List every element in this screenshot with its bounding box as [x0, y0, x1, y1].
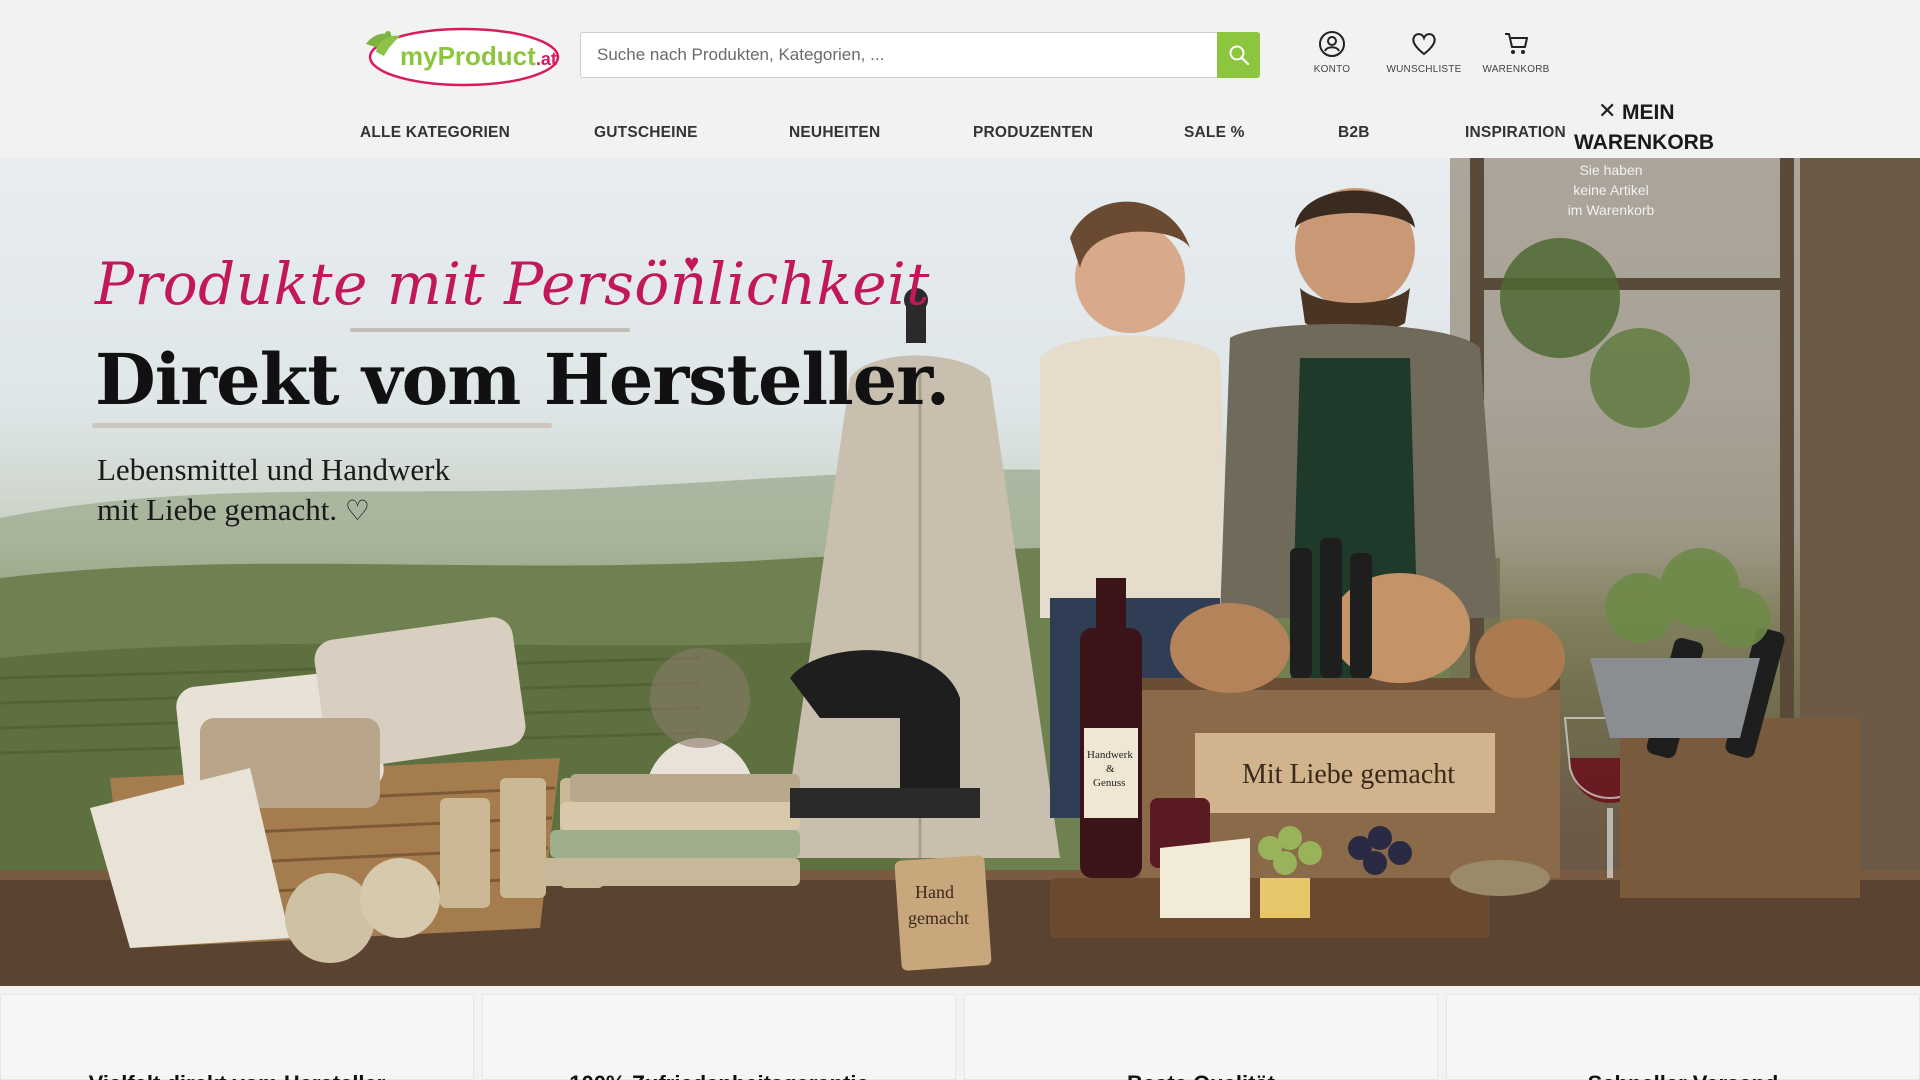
- account-label: KONTO: [1313, 64, 1351, 75]
- header-actions: KONTO WUNSCHLISTE WARENKORB: [1286, 30, 1562, 75]
- nav-item-gutscheine[interactable]: GUTSCHEINE: [594, 124, 698, 142]
- heart-icon: [1412, 33, 1436, 56]
- cart-button[interactable]: WARENKORB: [1470, 30, 1562, 75]
- hero-subtitle-line2: mit Liebe gemacht.: [97, 492, 338, 527]
- cart-label: WARENKORB: [1482, 64, 1550, 75]
- nav-item-alle-kategorien[interactable]: ALLE KATEGORIEN: [360, 124, 510, 142]
- title-underline: [92, 423, 552, 428]
- search-bar: [580, 32, 1260, 78]
- feature-card-garantie: 100% Zufriedenheitsgarantie: [482, 994, 956, 1080]
- nav-item-inspiration[interactable]: INSPIRATION: [1465, 124, 1566, 142]
- feature-card-title: Schneller Versand: [1447, 1071, 1919, 1080]
- hero-heart-icon: ♥: [684, 248, 700, 278]
- feature-card-title: Beste Qualität: [965, 1071, 1437, 1080]
- mini-cart-empty-message: Sie haben keine Artikel im Warenkorb: [1567, 162, 1655, 218]
- feature-card-versand: Schneller Versand: [1446, 994, 1920, 1080]
- nav-item-produzenten[interactable]: PRODUZENTEN: [973, 124, 1093, 142]
- bottle-label-line3: Genuss: [1093, 777, 1125, 789]
- cart-icon: [1505, 33, 1528, 54]
- mini-cart-panel: ✕ MEIN WARENKORB Sie haben keine Artikel…: [1566, 94, 1726, 244]
- mini-cart-title: MEIN WARENKORB: [1574, 98, 1714, 158]
- feature-card-title: Vielfalt direkt vom Hersteller: [1, 1071, 473, 1080]
- feature-cards: Vielfalt direkt vom Hersteller 100% Zufr…: [0, 994, 1920, 1080]
- feature-card-vielfalt: Vielfalt direkt vom Hersteller: [0, 994, 474, 1080]
- account-button[interactable]: KONTO: [1286, 30, 1378, 75]
- bottle-label-line1: Handwerk: [1087, 749, 1133, 761]
- heart-outline-icon: ♡: [344, 496, 371, 527]
- crate-sign-text: Mit Liebe gemacht: [1242, 759, 1455, 790]
- search-input[interactable]: [580, 32, 1217, 78]
- mini-cart-title-line2: WARENKORB: [1574, 131, 1714, 154]
- hand-tag-line1: Hand: [915, 882, 954, 902]
- wishlist-label: WUNSCHLISTE: [1386, 64, 1462, 75]
- search-button[interactable]: [1217, 32, 1260, 78]
- script-underline: [350, 328, 630, 332]
- nav-item-b2b[interactable]: B2B: [1338, 124, 1370, 142]
- hero-script-tagline: Produkte mit Persönlichkeit: [95, 250, 930, 318]
- hero-subtitle-line1: Lebensmittel und Handwerk: [97, 452, 450, 487]
- hero-banner[interactable]: Hand gemacht Mit Liebe gemacht Handwerk …: [0, 158, 1920, 986]
- logo-text: myProduct.at: [400, 41, 557, 71]
- nav-item-sale[interactable]: SALE %: [1184, 124, 1245, 142]
- hero-subtitle: Lebensmittel und Handwerk mit Liebe gema…: [97, 450, 517, 532]
- account-icon: [1319, 31, 1345, 57]
- feature-card-title: 100% Zufriedenheitsgarantie: [483, 1071, 955, 1080]
- hero-title: Direkt vom Hersteller.: [95, 338, 950, 421]
- wishlist-button[interactable]: WUNSCHLISTE: [1378, 30, 1470, 75]
- mini-cart-title-line1: MEIN: [1622, 101, 1675, 124]
- hand-tag-line2: gemacht: [908, 908, 969, 928]
- site-logo[interactable]: myProduct.at: [360, 22, 560, 88]
- search-icon: [1229, 45, 1249, 66]
- feature-card-qualitaet: Beste Qualität: [964, 994, 1438, 1080]
- bottle-label-line2: &: [1106, 763, 1115, 775]
- nav-item-neuheiten[interactable]: NEUHEITEN: [789, 124, 880, 142]
